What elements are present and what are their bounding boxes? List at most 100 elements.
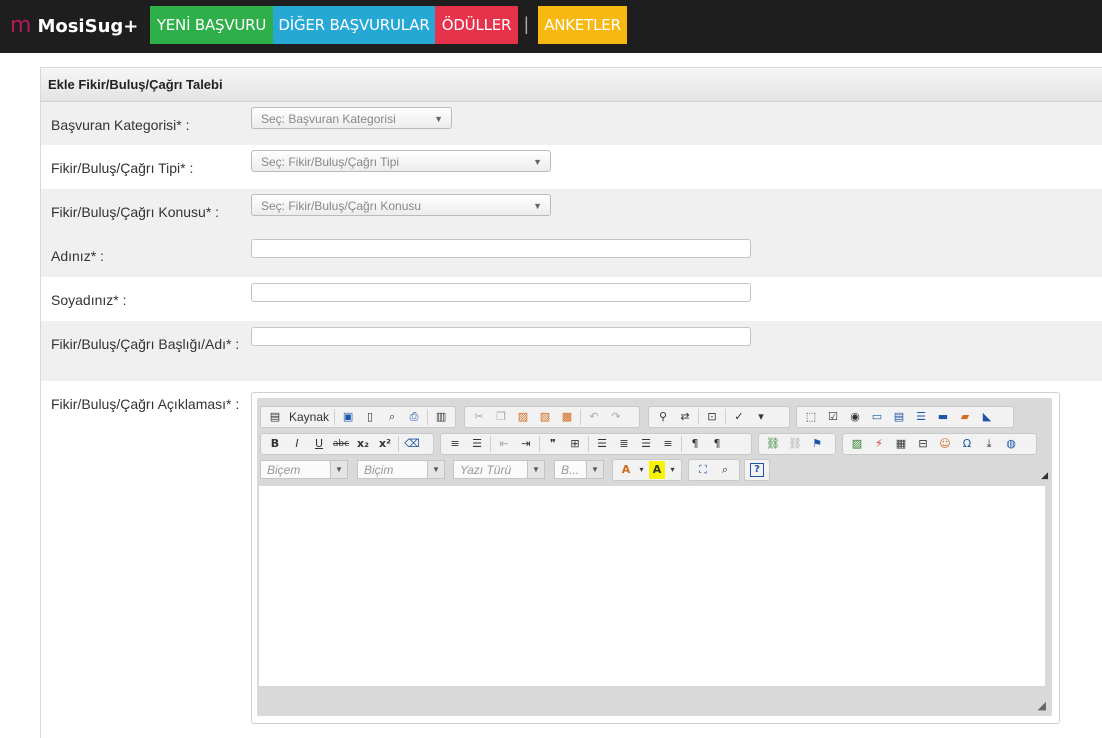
- align-center-icon[interactable]: ≣: [615, 435, 633, 453]
- copy-icon[interactable]: ❐: [492, 408, 510, 426]
- chevron-down-icon: ▼: [434, 114, 443, 124]
- button-field-icon[interactable]: ▬: [934, 408, 952, 426]
- underline-icon[interactable]: U: [310, 435, 328, 453]
- idea-title-label: Fikir/Buluş/Çağrı Başlığı/Adı* :: [51, 336, 240, 352]
- subscript-icon[interactable]: x₂: [354, 435, 372, 453]
- indent-icon[interactable]: ⇥: [517, 435, 535, 453]
- toolbar-group-paragraph: ≡ ☰ ⇤ ⇥ ❞ ⊞ ☰ ≣ ☰ ≡ ¶ ¶: [440, 433, 752, 455]
- source-icon: ▤: [269, 410, 281, 423]
- textarea-icon[interactable]: ▤: [890, 408, 908, 426]
- remove-format-icon[interactable]: ⌫: [403, 435, 421, 453]
- topic-select-value: Seç: Fikir/Buluş/Çağrı Konusu: [261, 199, 422, 213]
- page-break-icon[interactable]: ⤓: [980, 435, 998, 453]
- link-icon[interactable]: ⛓: [764, 435, 782, 453]
- unlink-icon[interactable]: ⛓: [786, 435, 804, 453]
- save-icon[interactable]: ▣: [339, 408, 357, 426]
- row-type: Fikir/Buluş/Çağrı Tipi* : Seç: Fikir/Bul…: [41, 145, 1102, 189]
- text-field-icon[interactable]: ▭: [868, 408, 886, 426]
- surname-input[interactable]: [251, 283, 751, 302]
- special-char-icon[interactable]: Ω: [958, 435, 976, 453]
- row-title: Fikir/Buluş/Çağrı Başlığı/Adı* :: [41, 321, 1102, 381]
- iframe-globe-icon[interactable]: ◍: [1002, 435, 1020, 453]
- show-blocks-icon[interactable]: ⌕: [716, 461, 734, 479]
- superscript-icon[interactable]: x²: [376, 435, 394, 453]
- category-select[interactable]: Seç: Başvuran Kategorisi ▼: [251, 107, 452, 129]
- editor-content-area[interactable]: [259, 486, 1045, 686]
- hidden-field-icon[interactable]: ◣: [978, 408, 996, 426]
- about-icon[interactable]: ?: [750, 463, 764, 477]
- maximize-icon[interactable]: ⛶: [694, 461, 712, 479]
- outdent-icon[interactable]: ⇤: [495, 435, 513, 453]
- templates-icon[interactable]: ▥: [432, 408, 450, 426]
- type-select-value: Seç: Fikir/Buluş/Çağrı Tipi: [261, 155, 400, 169]
- strike-icon[interactable]: abc: [332, 435, 350, 453]
- checkbox-icon[interactable]: ☑: [824, 408, 842, 426]
- source-button[interactable]: Kaynak: [289, 410, 329, 424]
- style-combo[interactable]: Biçem ▼: [260, 460, 348, 479]
- spellcheck-icon[interactable]: ✓: [730, 408, 748, 426]
- chevron-down-icon[interactable]: ▾: [669, 461, 676, 479]
- div-container-icon[interactable]: ⊞: [566, 435, 584, 453]
- font-combo[interactable]: Yazı Türü ▼: [453, 460, 545, 479]
- bold-icon[interactable]: B: [266, 435, 284, 453]
- collapse-toolbar-icon[interactable]: ◢: [1041, 470, 1048, 481]
- select-all-icon[interactable]: ⊡: [703, 408, 721, 426]
- nav-surveys[interactable]: ANKETLER: [538, 6, 627, 44]
- category-label: Başvuran Kategorisi* :: [51, 117, 190, 133]
- horizontal-rule-icon[interactable]: ⊟: [914, 435, 932, 453]
- nav-new-application[interactable]: YENİ BAŞVURU: [150, 6, 273, 44]
- toolbar-group-about: ?: [744, 459, 770, 481]
- bulleted-list-icon[interactable]: ☰: [468, 435, 486, 453]
- text-color-icon[interactable]: A: [618, 461, 634, 479]
- background-color-icon[interactable]: A: [649, 461, 665, 479]
- font-size-combo[interactable]: B... ▼: [554, 460, 604, 479]
- smiley-icon[interactable]: ☺: [936, 435, 954, 453]
- toolbar-divider: [334, 409, 336, 425]
- italic-icon[interactable]: I: [288, 435, 306, 453]
- type-select[interactable]: Seç: Fikir/Buluş/Çağrı Tipi ▼: [251, 150, 551, 172]
- paste-icon[interactable]: ▨: [514, 408, 532, 426]
- anchor-flag-icon[interactable]: ⚑: [808, 435, 826, 453]
- brand[interactable]: m MosiSug+: [10, 13, 138, 39]
- panel-title: Ekle Fikir/Buluş/Çağrı Talebi: [48, 77, 223, 92]
- toolbar-group-forms: ⬚ ☑ ◉ ▭ ▤ ☰ ▬ ▰ ◣: [796, 406, 1014, 428]
- redo-icon[interactable]: ↷: [607, 408, 625, 426]
- print-icon[interactable]: ⎙: [405, 408, 423, 426]
- chevron-down-icon: ▼: [533, 201, 542, 211]
- preview-icon[interactable]: ⌕: [383, 408, 401, 426]
- nav-other-applications[interactable]: DİĞER BAŞVURULAR: [273, 6, 435, 44]
- numbered-list-icon[interactable]: ≡: [446, 435, 464, 453]
- idea-title-input[interactable]: [251, 327, 751, 346]
- format-combo[interactable]: Biçim ▼: [357, 460, 445, 479]
- chevron-down-icon: ▼: [533, 157, 542, 167]
- justify-icon[interactable]: ≡: [659, 435, 677, 453]
- cut-icon[interactable]: ✂: [470, 408, 488, 426]
- paste-word-icon[interactable]: ▩: [558, 408, 576, 426]
- radio-icon[interactable]: ◉: [846, 408, 864, 426]
- rtl-icon[interactable]: ¶: [708, 435, 726, 453]
- form-icon[interactable]: ⬚: [802, 408, 820, 426]
- align-right-icon[interactable]: ☰: [637, 435, 655, 453]
- blockquote-icon[interactable]: ❞: [544, 435, 562, 453]
- find-icon[interactable]: ⚲: [654, 408, 672, 426]
- topic-select[interactable]: Seç: Fikir/Buluş/Çağrı Konusu ▼: [251, 194, 551, 216]
- spellcheck-dropdown-icon[interactable]: ▾: [752, 408, 770, 426]
- align-left-icon[interactable]: ☰: [593, 435, 611, 453]
- ltr-icon[interactable]: ¶: [686, 435, 704, 453]
- resize-handle-icon[interactable]: ◢: [1038, 699, 1046, 712]
- toolbar-divider: [580, 409, 581, 425]
- replace-icon[interactable]: ⇄: [676, 408, 694, 426]
- chevron-down-icon[interactable]: ▾: [638, 461, 645, 479]
- toolbar-group-find: ⚲ ⇄ ⊡ ✓ ▾: [648, 406, 790, 428]
- image-button-icon[interactable]: ▰: [956, 408, 974, 426]
- image-icon[interactable]: ▨: [848, 435, 866, 453]
- table-icon[interactable]: ▦: [892, 435, 910, 453]
- panel-header: Ekle Fikir/Buluş/Çağrı Talebi: [41, 68, 1102, 102]
- name-input[interactable]: [251, 239, 751, 258]
- undo-icon[interactable]: ↶: [585, 408, 603, 426]
- new-page-icon[interactable]: ▯: [361, 408, 379, 426]
- nav-awards[interactable]: ÖDÜLLER: [435, 6, 518, 44]
- flash-icon[interactable]: ⚡: [870, 435, 888, 453]
- select-field-icon[interactable]: ☰: [912, 408, 930, 426]
- paste-text-icon[interactable]: ▧: [536, 408, 554, 426]
